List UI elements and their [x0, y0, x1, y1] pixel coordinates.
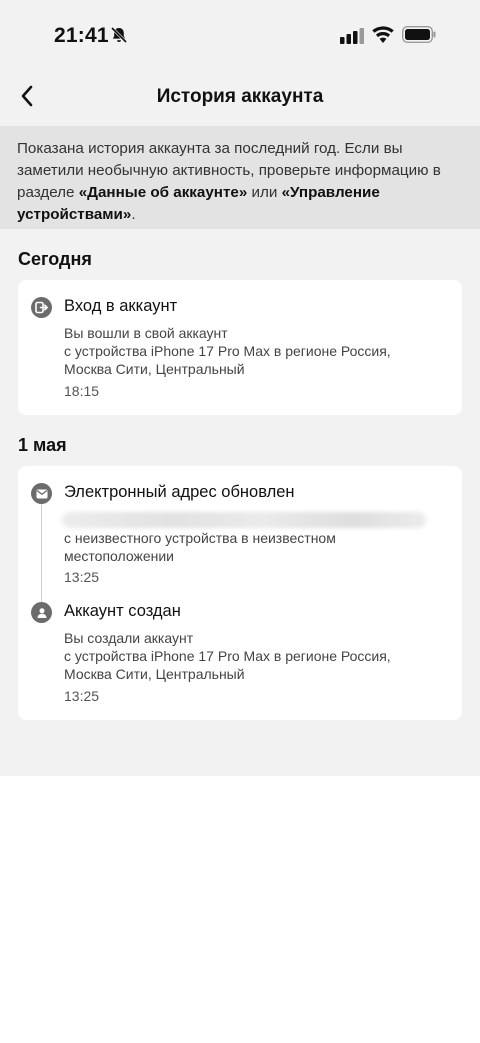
section-title-today: Сегодня [18, 249, 92, 269]
event-description: Вы создали аккаунт с устройства iPhone 1… [64, 629, 391, 683]
event-card: Вход в аккаунт Вы вошли в свой аккаунт с… [18, 280, 462, 415]
signal-icon [340, 28, 364, 44]
header: История аккаунта [0, 70, 480, 124]
screen: 21:41 История аккаунта Показана история … [0, 0, 480, 776]
info-text-end: . [131, 206, 136, 223]
status-bar: 21:41 [0, 0, 480, 70]
event-desc-line: с устройства iPhone 17 Pro Max в регионе… [64, 343, 391, 359]
event-time: 13:25 [64, 569, 100, 585]
user-icon [31, 602, 52, 623]
info-banner: Показана история аккаунта за последний г… [0, 126, 480, 229]
event-title: Электронный адрес обновлен [64, 483, 295, 501]
event-time: 18:15 [64, 383, 100, 399]
event-desc-line: Москва Сити, Центральный [64, 666, 245, 682]
info-text-middle: или [247, 184, 282, 201]
event-title: Аккаунт создан [64, 602, 181, 620]
status-time: 21:41 [54, 24, 109, 47]
event-description: с неизвестного устройства в неизвестном … [64, 529, 336, 565]
event-desc-line: с неизвестного устройства в неизвестном [64, 530, 336, 546]
event-desc-line: местоположении [64, 548, 174, 564]
event-description: Вы вошли в свой аккаунт с устройства iPh… [64, 324, 391, 378]
bell-muted-icon [110, 26, 128, 44]
event-card: Электронный адрес обновлен с неизвестног… [18, 466, 462, 720]
section-title-may-1: 1 мая [18, 435, 67, 455]
battery-icon [402, 26, 436, 43]
timeline-connector [41, 504, 42, 602]
event-desc-line: с устройства iPhone 17 Pro Max в регионе… [64, 648, 391, 664]
event-desc-line: Вы вошли в свой аккаунт [64, 325, 228, 341]
event-desc-line: Москва Сити, Центральный [64, 361, 245, 377]
page-title: История аккаунта [156, 86, 324, 107]
login-icon [31, 297, 52, 318]
mail-icon [31, 483, 52, 504]
event-time: 13:25 [64, 688, 100, 704]
redacted-email [62, 512, 426, 528]
event-desc-line: Вы создали аккаунт [64, 630, 194, 646]
event-title: Вход в аккаунт [64, 297, 178, 315]
account-data-link[interactable]: «Данные об аккаунте» [79, 184, 248, 201]
wifi-icon [372, 26, 394, 43]
